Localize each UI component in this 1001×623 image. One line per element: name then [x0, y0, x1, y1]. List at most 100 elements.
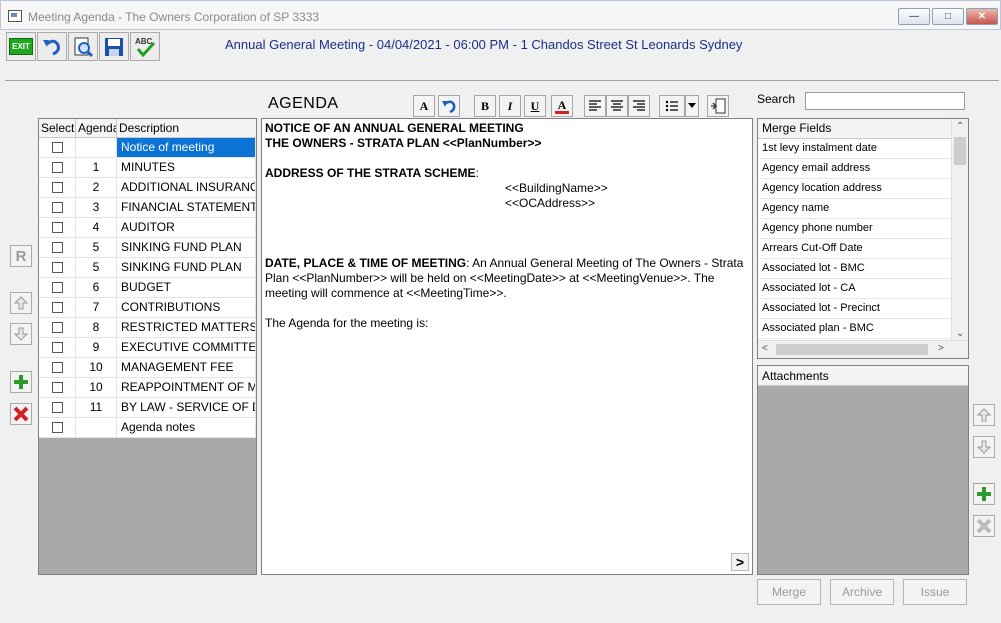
description-cell[interactable]: SINKING FUND PLAN: [117, 258, 256, 277]
renumber-button[interactable]: R: [10, 245, 32, 267]
merge-field-item[interactable]: Associated plan - BMC: [758, 319, 951, 339]
merge-field-item[interactable]: Agency location address: [758, 179, 951, 199]
select-checkbox[interactable]: [51, 182, 63, 193]
merge-field-item[interactable]: Agency email address: [758, 159, 951, 179]
undo-button[interactable]: [37, 32, 67, 61]
agenda-row[interactable]: 10 REAPPOINTMENT OF MAI: [39, 378, 256, 398]
page-break-button[interactable]: [707, 95, 729, 117]
select-cell[interactable]: [39, 278, 76, 297]
select-cell[interactable]: [39, 358, 76, 377]
agenda-row[interactable]: 4 AUDITOR: [39, 218, 256, 238]
select-cell[interactable]: [39, 238, 76, 257]
merge-fields-vertical-scrollbar[interactable]: ⌃ ⌄: [951, 119, 968, 341]
align-right-button[interactable]: [628, 95, 650, 117]
bullet-list-dropdown[interactable]: [685, 95, 699, 117]
editor-expand-button[interactable]: >: [731, 553, 749, 571]
add-agenda-item-button[interactable]: [10, 371, 32, 393]
maximize-button[interactable]: □: [932, 8, 964, 25]
select-checkbox[interactable]: [51, 402, 63, 413]
issue-button[interactable]: Issue: [903, 579, 967, 605]
agenda-row[interactable]: 8 RESTRICTED MATTERS: [39, 318, 256, 338]
select-cell[interactable]: [39, 378, 76, 397]
scroll-left-arrow-icon[interactable]: <: [762, 343, 768, 354]
merge-field-item[interactable]: Associated lot - Precinct: [758, 299, 951, 319]
column-header-select[interactable]: Select: [39, 119, 76, 137]
agenda-row[interactable]: 1 MINUTES: [39, 158, 256, 178]
agenda-row[interactable]: 7 CONTRIBUTIONS: [39, 298, 256, 318]
select-cell[interactable]: [39, 298, 76, 317]
select-checkbox[interactable]: [51, 262, 63, 273]
delete-agenda-item-button[interactable]: [10, 403, 32, 425]
select-cell[interactable]: [39, 418, 76, 437]
add-attachment-button[interactable]: [973, 483, 995, 505]
scroll-right-arrow-icon[interactable]: >: [938, 343, 944, 354]
description-cell[interactable]: FINANCIAL STATEMENTS: [117, 198, 256, 217]
move-down-button[interactable]: [10, 323, 32, 345]
description-cell[interactable]: CONTRIBUTIONS: [117, 298, 256, 317]
description-cell[interactable]: REAPPOINTMENT OF MAI: [117, 378, 256, 397]
description-cell[interactable]: Notice of meeting: [117, 138, 256, 157]
select-checkbox[interactable]: [51, 142, 63, 153]
exit-button[interactable]: EXIT: [6, 32, 36, 61]
agenda-row[interactable]: 2 ADDITIONAL INSURANCE: [39, 178, 256, 198]
agenda-row[interactable]: 5 SINKING FUND PLAN: [39, 238, 256, 258]
underline-button[interactable]: U: [524, 95, 546, 117]
description-cell[interactable]: AUDITOR: [117, 218, 256, 237]
scroll-up-arrow-icon[interactable]: ⌃: [956, 121, 964, 132]
merge-fields-horizontal-scrollbar[interactable]: < >: [758, 340, 968, 358]
agenda-row[interactable]: 10 MANAGEMENT FEE: [39, 358, 256, 378]
archive-button[interactable]: Archive: [830, 579, 894, 605]
select-checkbox[interactable]: [51, 302, 63, 313]
agenda-text-editor[interactable]: NOTICE OF AN ANNUAL GENERAL MEETING THE …: [261, 118, 753, 575]
select-checkbox[interactable]: [51, 222, 63, 233]
merge-field-item[interactable]: 1st levy instalment date: [758, 139, 951, 159]
column-header-description[interactable]: Description: [117, 119, 256, 137]
agenda-row[interactable]: Agenda notes: [39, 418, 256, 438]
bold-button[interactable]: B: [474, 95, 496, 117]
agenda-row[interactable]: 11 BY LAW - SERVICE OF DO: [39, 398, 256, 418]
minimize-button[interactable]: —: [898, 8, 930, 25]
scroll-thumb[interactable]: [776, 344, 928, 355]
search-input[interactable]: [805, 92, 965, 110]
select-checkbox[interactable]: [51, 322, 63, 333]
merge-field-item[interactable]: Arrears Cut-Off Date: [758, 239, 951, 259]
save-button[interactable]: [99, 32, 129, 61]
select-cell[interactable]: [39, 318, 76, 337]
select-checkbox[interactable]: [51, 362, 63, 373]
column-header-agenda[interactable]: Agenda: [76, 119, 117, 137]
preview-button[interactable]: [68, 32, 98, 61]
select-checkbox[interactable]: [51, 382, 63, 393]
description-cell[interactable]: MINUTES: [117, 158, 256, 177]
italic-button[interactable]: I: [499, 95, 521, 117]
select-cell[interactable]: [39, 198, 76, 217]
select-cell[interactable]: [39, 138, 76, 157]
merge-field-item[interactable]: Agency phone number: [758, 219, 951, 239]
align-left-button[interactable]: [584, 95, 606, 117]
font-color-button[interactable]: A: [551, 95, 573, 117]
description-cell[interactable]: MANAGEMENT FEE: [117, 358, 256, 377]
attachment-move-down-button[interactable]: [973, 436, 995, 458]
delete-attachment-button[interactable]: [973, 515, 995, 537]
select-cell[interactable]: [39, 338, 76, 357]
select-checkbox[interactable]: [51, 162, 63, 173]
agenda-row[interactable]: 9 EXECUTIVE COMMITTEE: [39, 338, 256, 358]
select-cell[interactable]: [39, 218, 76, 237]
merge-field-item[interactable]: Associated lot - BMC: [758, 259, 951, 279]
description-cell[interactable]: EXECUTIVE COMMITTEE: [117, 338, 256, 357]
agenda-row[interactable]: 3 FINANCIAL STATEMENTS: [39, 198, 256, 218]
scroll-down-arrow-icon[interactable]: ⌄: [956, 328, 964, 339]
select-checkbox[interactable]: [51, 202, 63, 213]
agenda-row[interactable]: 6 BUDGET: [39, 278, 256, 298]
agenda-row[interactable]: Notice of meeting: [39, 138, 256, 158]
select-cell[interactable]: [39, 258, 76, 277]
spellcheck-button[interactable]: ABC: [130, 32, 160, 61]
merge-field-item[interactable]: Associated lot - CA: [758, 279, 951, 299]
merge-field-item[interactable]: Agency name: [758, 199, 951, 219]
select-cell[interactable]: [39, 158, 76, 177]
select-checkbox[interactable]: [51, 342, 63, 353]
attachment-move-up-button[interactable]: [973, 404, 995, 426]
description-cell[interactable]: BUDGET: [117, 278, 256, 297]
agenda-row[interactable]: 5 SINKING FUND PLAN: [39, 258, 256, 278]
select-checkbox[interactable]: [51, 422, 63, 433]
bullet-list-button[interactable]: [659, 95, 685, 117]
